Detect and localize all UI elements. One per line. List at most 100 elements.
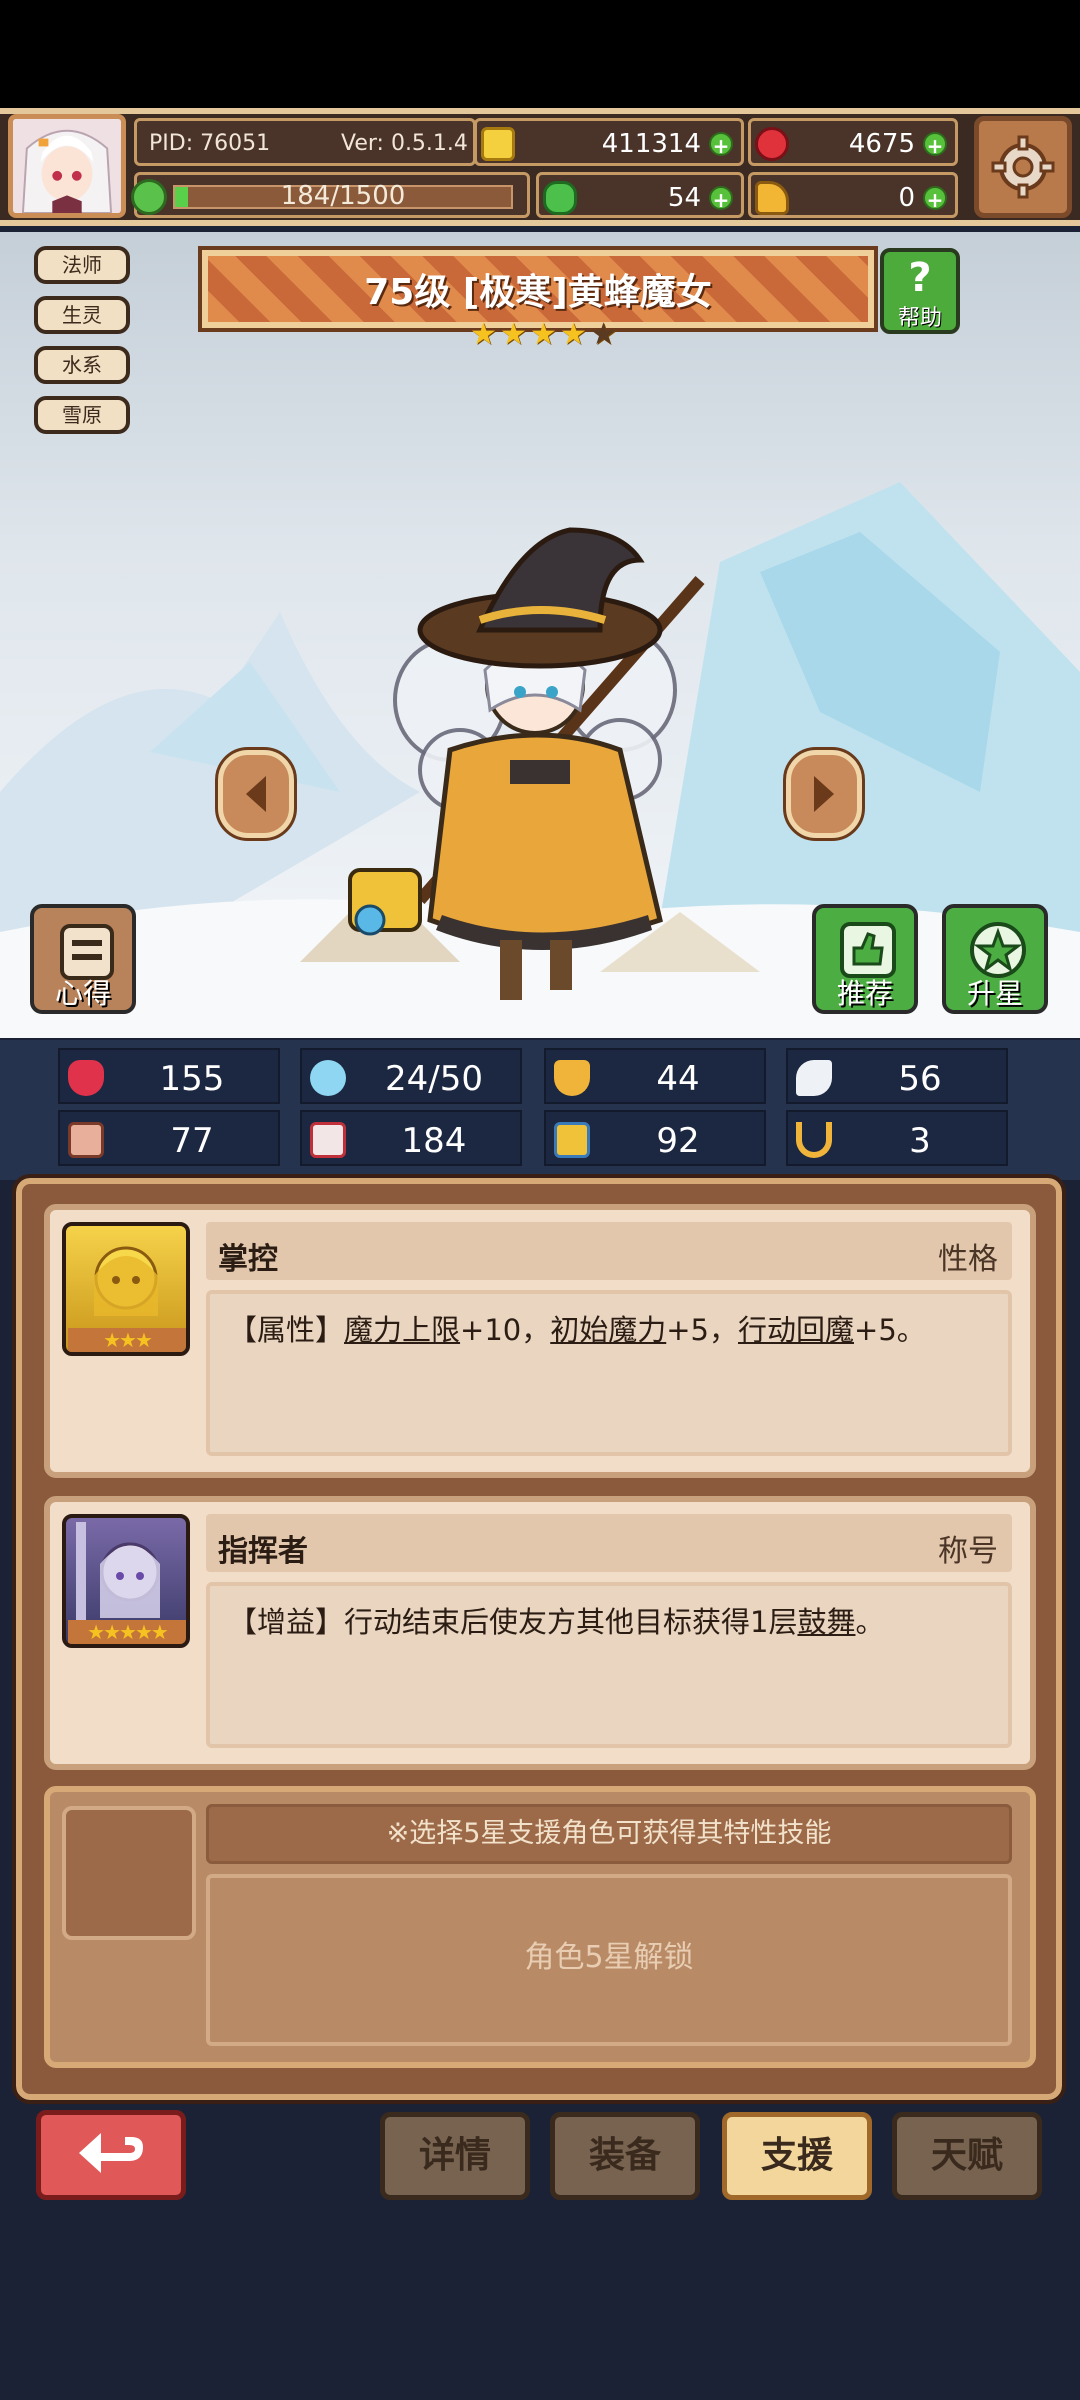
star-icon: ★ <box>500 317 527 352</box>
trait-desc-text: +5。 <box>854 1313 926 1347</box>
add-key-button[interactable]: + <box>923 186 947 212</box>
stat-speed-value: 56 <box>898 1059 942 1099</box>
trait-desc-text: 。 <box>855 1605 885 1639</box>
notes-label: 心得 <box>54 977 111 1010</box>
gold-value: 411314 <box>601 129 701 159</box>
horseshoe-icon <box>796 1122 832 1158</box>
pid-version-bar: PID: 76051 Ver: 0.5.1.4 <box>134 118 476 166</box>
boot-icon <box>554 1122 590 1158</box>
star-icon: ★ <box>560 317 587 352</box>
trait-header: 掌控 性格 <box>206 1222 1012 1280</box>
gold-coin-icon <box>481 127 515 161</box>
next-character-button[interactable] <box>783 747 865 841</box>
star-badge-icon <box>970 922 1026 978</box>
key-value: 0 <box>898 183 915 213</box>
element-tag[interactable]: 水系 <box>34 346 130 384</box>
heart-icon <box>68 1060 104 1096</box>
help-button[interactable]: ? 帮助 <box>880 248 960 334</box>
stat-hp-value: 155 <box>159 1059 225 1099</box>
question-icon: ? <box>908 255 932 301</box>
stat-resist-value: 92 <box>656 1121 700 1161</box>
red-gem-icon <box>755 127 789 161</box>
region-tag[interactable]: 雪原 <box>34 396 130 434</box>
trait-desc-text: +5， <box>666 1313 738 1347</box>
add-gem-button[interactable]: + <box>923 132 947 158</box>
star-up-button[interactable]: 升星 <box>942 904 1048 1014</box>
trait-description-box: 【增益】行动结束后使友方其他目标获得1层鼓舞。 <box>206 1582 1012 1748</box>
recommend-label: 推荐 <box>836 977 893 1010</box>
stamina-value: 184/1500 <box>280 181 406 211</box>
star-icon: ★ <box>470 317 497 352</box>
trait-desc-prefix: 【增益】行动结束后使友方其他目标获得1层 <box>228 1605 798 1639</box>
keyword-link[interactable]: 鼓舞 <box>797 1605 855 1639</box>
arrow-left-icon <box>246 776 266 812</box>
spellbook-icon <box>310 1122 346 1158</box>
return-arrow-icon <box>79 2133 143 2173</box>
add-gold-button[interactable]: + <box>709 132 733 158</box>
gem-counter: 4675 + <box>748 118 958 166</box>
clover-value: 54 <box>667 183 701 213</box>
character-sprite <box>348 527 705 1000</box>
race-tag[interactable]: 生灵 <box>34 296 130 334</box>
stat-hp: 155 <box>58 1048 280 1104</box>
gear-icon <box>991 135 1055 199</box>
recommend-button[interactable]: 推荐 <box>812 904 918 1014</box>
settings-button[interactable] <box>974 116 1072 218</box>
key-counter: 0 + <box>748 172 958 218</box>
golden-character-portrait <box>94 1246 158 1316</box>
tab-support[interactable]: 支援 <box>722 2112 872 2200</box>
class-tag[interactable]: 法师 <box>34 246 130 284</box>
trait-name: 掌控 <box>218 1242 278 1277</box>
wing-icon <box>796 1060 832 1096</box>
locked-body: 角色5星解锁 <box>206 1874 1012 2046</box>
stat-mana: 24/50 <box>300 1048 522 1104</box>
clover-icon <box>543 181 577 215</box>
back-button[interactable] <box>36 2110 186 2200</box>
trait-type: 性格 <box>938 1242 998 1277</box>
gem-value: 4675 <box>848 129 915 159</box>
tab-talent[interactable]: 天赋 <box>892 2112 1042 2200</box>
stat-speed: 56 <box>786 1048 1008 1104</box>
stamina-icon <box>131 179 167 215</box>
stat-magic: 184 <box>300 1110 522 1166</box>
player-avatar[interactable] <box>8 114 126 218</box>
stat-luck: 3 <box>786 1110 1008 1166</box>
commander-character-portrait <box>76 1522 160 1622</box>
shield-icon <box>554 1060 590 1096</box>
support-portrait-commander[interactable]: ★★★★★ <box>62 1514 190 1648</box>
star-up-label: 升星 <box>966 977 1023 1010</box>
portrait-stars: ★★★★★ <box>68 1620 186 1644</box>
unlock-requirement: 角色5星解锁 <box>524 1940 694 1975</box>
portrait-stars: ★★★ <box>68 1328 186 1352</box>
stat-magic-value: 184 <box>401 1121 467 1161</box>
locked-hint: ※选择5星支援角色可获得其特性技能 <box>386 1818 832 1849</box>
gold-counter: 411314 + <box>474 118 744 166</box>
stat-resist: 92 <box>544 1110 766 1166</box>
stat-defense-value: 44 <box>656 1059 700 1099</box>
character-star-rating: ★ ★ ★ ★ ★ <box>470 320 618 356</box>
trait-description-box: 【属性】魔力上限+10，初始魔力+5，行动回魔+5。 <box>206 1290 1012 1456</box>
notes-button[interactable]: 心得 <box>30 904 136 1014</box>
prev-character-button[interactable] <box>215 747 297 841</box>
arrow-right-icon <box>814 776 834 812</box>
trait-header: 指挥者 称号 <box>206 1514 1012 1572</box>
system-status-bar <box>0 0 1080 108</box>
stat-attack-value: 77 <box>170 1121 214 1161</box>
support-portrait-gold[interactable]: ★★★ <box>62 1222 190 1356</box>
help-label: 帮助 <box>897 306 942 331</box>
thumbs-up-icon <box>840 922 896 978</box>
trait-description: 【属性】魔力上限+10，初始魔力+5，行动回魔+5。 <box>228 1310 926 1350</box>
tab-equipment[interactable]: 装备 <box>550 2112 700 2200</box>
keyword-link[interactable]: 魔力上限 <box>344 1313 460 1347</box>
add-clover-button[interactable]: + <box>709 186 733 212</box>
water-drop-icon <box>310 1060 346 1096</box>
tab-details[interactable]: 详情 <box>380 2112 530 2200</box>
keyword-link[interactable]: 行动回魔 <box>738 1313 854 1347</box>
star-icon: ★ <box>530 317 557 352</box>
keyword-link[interactable]: 初始魔力 <box>550 1313 666 1347</box>
trait-description: 【增益】行动结束后使友方其他目标获得1层鼓舞。 <box>228 1602 884 1642</box>
trait-desc-text: +10， <box>460 1313 551 1347</box>
trait-type: 称号 <box>938 1534 998 1569</box>
empty-portrait-slot[interactable] <box>62 1806 196 1940</box>
player-id: PID: 76051 <box>149 131 271 156</box>
